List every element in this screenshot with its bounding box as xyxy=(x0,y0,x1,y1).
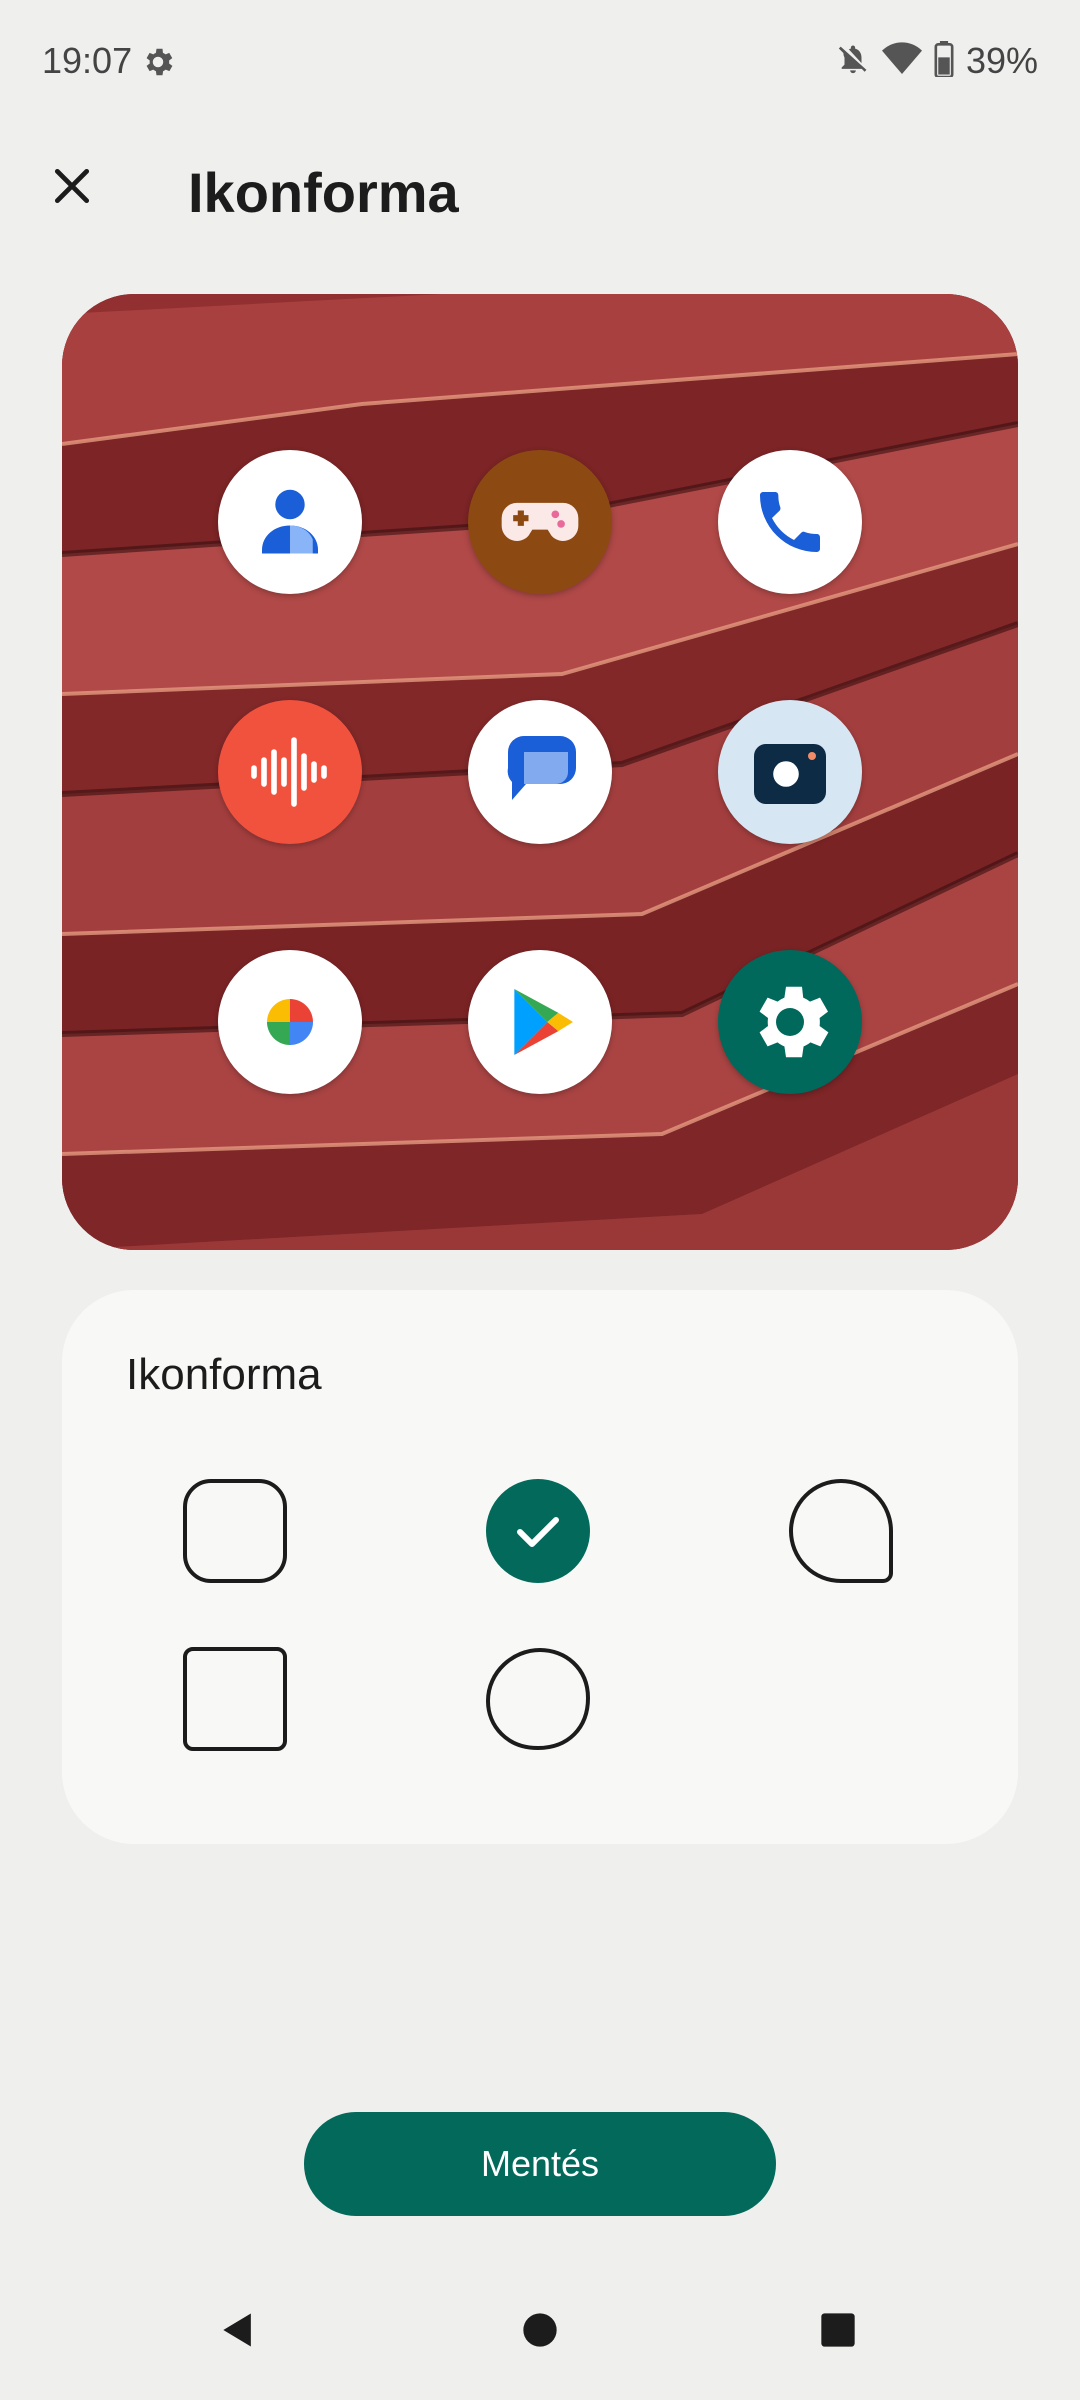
battery-percent: 39% xyxy=(965,40,1038,81)
recents-icon xyxy=(821,2313,855,2347)
shape-option-square[interactable] xyxy=(180,1644,290,1754)
messages-app-icon xyxy=(468,700,612,844)
notifications-off-icon xyxy=(836,42,870,81)
rounded-square-shape-icon xyxy=(183,1479,287,1583)
photos-app-icon xyxy=(218,950,362,1094)
settings-app-icon xyxy=(718,950,862,1094)
navigation-bar xyxy=(0,2290,1080,2390)
status-time: 19:07 xyxy=(42,40,133,81)
shape-option-pebble[interactable] xyxy=(483,1644,593,1754)
status-bar: 19:07 39% xyxy=(0,0,1080,126)
contacts-icon xyxy=(262,489,318,554)
messages-icon xyxy=(507,736,576,800)
shape-option-teardrop[interactable] xyxy=(786,1476,896,1586)
recents-button[interactable] xyxy=(798,2290,878,2370)
close-icon xyxy=(50,164,94,213)
recorder-app-icon xyxy=(218,700,362,844)
settings-gear-icon xyxy=(140,44,176,80)
gamepad-icon xyxy=(501,502,579,541)
games-app-icon xyxy=(468,450,612,594)
page-title: Ikonforma xyxy=(188,161,459,224)
pebble-shape-icon xyxy=(485,1647,591,1751)
shape-option-rounded-square[interactable] xyxy=(180,1476,290,1586)
phone-icon xyxy=(760,492,820,552)
back-button[interactable] xyxy=(198,2290,278,2370)
status-icons: 39% xyxy=(836,40,1038,82)
card-title: Ikonforma xyxy=(126,1350,322,1399)
icon-shape-preview xyxy=(62,294,1018,1250)
teardrop-shape-icon xyxy=(788,1478,893,1583)
play-store-app-icon xyxy=(468,950,612,1094)
close-button[interactable] xyxy=(40,156,104,220)
settings-icon xyxy=(759,986,829,1058)
save-button[interactable]: Mentés xyxy=(304,2112,776,2216)
recorder-icon xyxy=(251,737,327,807)
phone-app-icon xyxy=(718,450,862,594)
back-icon xyxy=(223,2313,251,2347)
camera-icon xyxy=(754,744,826,804)
icon-shape-card: Ikonforma xyxy=(62,1290,1018,1844)
wifi-icon xyxy=(881,41,922,81)
contacts-app-icon xyxy=(218,450,362,594)
check-icon xyxy=(486,1479,590,1583)
home-button[interactable] xyxy=(500,2290,580,2370)
camera-app-icon xyxy=(718,700,862,844)
photos-pinwheel-icon xyxy=(267,999,313,1045)
play-store-icon xyxy=(514,989,573,1055)
shape-option-circle[interactable] xyxy=(483,1476,593,1586)
square-shape-icon xyxy=(183,1647,287,1751)
battery-icon xyxy=(934,40,954,82)
home-icon xyxy=(523,2313,557,2347)
